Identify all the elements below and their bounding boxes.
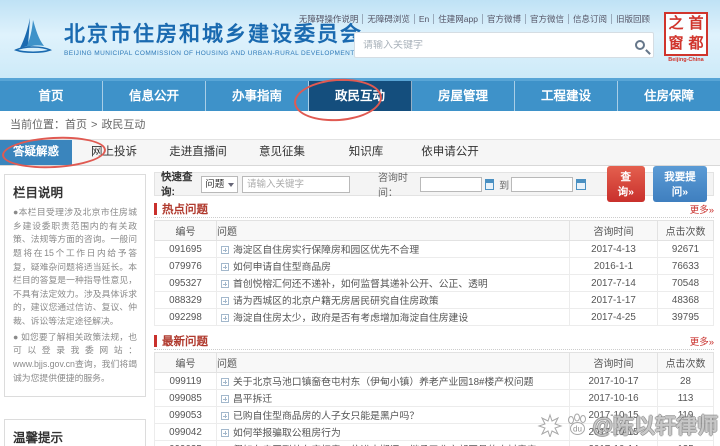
table-row: 099035 假如有幸买到共有产权房，住进去期间，继承了北京郊区县的农村房产，请… xyxy=(154,440,714,446)
expand-icon xyxy=(221,297,229,305)
seal-caption: Beijing-China xyxy=(668,57,704,63)
link-weibo[interactable]: 官方微博 xyxy=(481,14,525,24)
question-link[interactable]: 如何举报骗取公租房行为 xyxy=(233,428,341,439)
breadcrumb: 当前位置：首页 > 政民互动 xyxy=(0,111,720,139)
time-range-label: 咨询时间： xyxy=(377,173,408,199)
column-description-text-1: ●本栏目受理涉及北京市住房城乡建设委职责范围内的有关政策、法规等方面的咨询。一般… xyxy=(13,207,137,326)
page-root: 北京市住房和城乡建设委员会 BEIJING MUNICIPAL COMMISSI… xyxy=(0,0,720,446)
table-row: 099085 昌平拆迁 2017-10-16 113 xyxy=(154,389,714,407)
calendar-icon[interactable] xyxy=(484,178,495,190)
link-subscribe[interactable]: 信息订阅 xyxy=(567,14,611,24)
site-header: 北京市住房和城乡建设委员会 BEIJING MUNICIPAL COMMISSI… xyxy=(0,0,720,78)
nav-gov-interaction[interactable]: 政民互动 xyxy=(309,81,412,111)
tab-opinion-collect[interactable]: 意见征集 xyxy=(240,140,324,165)
column-description-title: 栏目说明 xyxy=(13,186,64,200)
table-header-row: 编号 问题 咨询时间 点击次数 xyxy=(154,220,714,241)
latest-questions-table: 编号 问题 咨询时间 点击次数 099119 关于北京马池口镇奤夿屯村东（伊甸小… xyxy=(154,352,714,446)
tab-knowledge-base[interactable]: 知识库 xyxy=(324,140,408,165)
main-area: 栏目说明 ●本栏目受理涉及北京市住房城乡建设委职责范围内的有关政策、法规等方面的… xyxy=(0,166,720,446)
search-button[interactable]: 查询» xyxy=(606,166,645,202)
question-link[interactable]: 海淀自住房太少，政府是否有考虑增加海淀自住房建设 xyxy=(233,313,468,324)
nav-housing-mgmt[interactable]: 房屋管理 xyxy=(412,81,515,111)
table-row: 099042 如何举报骗取公租房行为 2017-10-15 xyxy=(154,423,714,441)
utility-links: 无障碍操作说明 无障碍浏览 En 住建网app 官方微博 官方微信 信息订阅 旧版回顾 xyxy=(295,13,654,25)
breadcrumb-current[interactable]: 政民互动 xyxy=(101,119,145,131)
question-link[interactable]: 已购自住型商品房的人子女只能是黑户吗？ xyxy=(233,411,419,422)
expand-icon xyxy=(221,246,229,254)
nav-info-disclosure[interactable]: 信息公开 xyxy=(103,81,206,111)
hot-questions-table: 编号 问题 咨询时间 点击次数 091695 海淀区自住房实行保障房和园区优先不… xyxy=(154,220,714,326)
column-description-box: 栏目说明 ●本栏目受理涉及北京市住房城乡建设委职责范围内的有关政策、法规等方面的… xyxy=(4,174,146,398)
question-link[interactable]: 如何申请自住型商品房 xyxy=(233,262,331,273)
question-link[interactable]: 关于北京马池口镇奤夿屯村东（伊甸小镇）养老产业园18#楼产权问题 xyxy=(233,377,533,388)
link-app[interactable]: 住建网app xyxy=(433,14,482,24)
site-subtitle: BEIJING MUNICIPAL COMMISSION OF HOUSING … xyxy=(64,49,355,57)
capital-window-seal: 之 首 窗 都 Beijing-China xyxy=(662,12,710,63)
calendar-icon[interactable] xyxy=(576,178,586,190)
expand-icon xyxy=(221,314,229,322)
date-to-input[interactable] xyxy=(511,176,574,192)
site-logo-icon xyxy=(13,18,53,54)
table-row: 099053 已购自住型商品房的人子女只能是黑户吗？ 2017-10-15 11… xyxy=(154,406,714,424)
sub-tabs: 答疑解惑 网上投诉 走进直播间 意见征集 知识库 依申请公开 xyxy=(0,139,720,166)
table-header-row: 编号 问题 咨询时间 点击次数 xyxy=(154,352,714,373)
tab-online-complaint[interactable]: 网上投诉 xyxy=(72,140,156,165)
hot-questions-section: 热点问题 更多» 编号 问题 咨询时间 点击次数 091695 海淀区自住房实行… xyxy=(154,202,714,326)
hot-questions-title: 热点问题 xyxy=(162,203,208,216)
latest-questions-title: 最新问题 xyxy=(162,335,208,348)
warm-tips-title: 温馨提示 xyxy=(13,431,64,446)
section-accent-bar xyxy=(154,334,157,347)
breadcrumb-label: 当前位置： xyxy=(10,119,65,131)
quick-search-bar: 快速查询: 问题 咨询时间： 到 查询» 我要提问» xyxy=(154,166,714,202)
date-from-input[interactable] xyxy=(419,176,482,192)
to-label: 到 xyxy=(499,180,510,192)
latest-questions-section: 最新问题 更多» 编号 问题 咨询时间 点击次数 099119 关于北京马池口镇… xyxy=(154,334,714,446)
table-row: 091695 海淀区自住房实行保障房和园区优先不合理 2017-4-13 926… xyxy=(154,240,714,258)
link-accessibility-guide[interactable]: 无障碍操作说明 xyxy=(295,14,363,24)
hot-more-link[interactable]: 更多» xyxy=(690,202,714,216)
breadcrumb-home[interactable]: 首页 xyxy=(65,119,87,131)
table-row: 095327 首创悦榕汇何还不递补，如何监督其递补公开、公正、透明 2017-7… xyxy=(154,274,714,292)
table-row: 099119 关于北京马池口镇奤夿屯村东（伊甸小镇）养老产业园18#楼产权问题 … xyxy=(154,372,714,390)
tab-qa[interactable]: 答疑解惑 xyxy=(0,140,72,165)
site-search-input[interactable] xyxy=(363,39,635,51)
link-old-version[interactable]: 旧版回顾 xyxy=(610,14,654,24)
expand-icon xyxy=(221,429,229,437)
link-accessibility-browse[interactable]: 无障碍浏览 xyxy=(362,14,414,24)
expand-icon xyxy=(221,263,229,271)
question-link[interactable]: 昌平拆迁 xyxy=(233,394,272,405)
search-icon[interactable] xyxy=(635,40,645,50)
keyword-input[interactable] xyxy=(241,175,350,193)
quick-search-label: 快速查询: xyxy=(161,171,193,198)
tab-live-studio[interactable]: 走进直播间 xyxy=(156,140,240,165)
question-link[interactable]: 首创悦榕汇何还不递补，如何监督其递补公开、公正、透明 xyxy=(233,279,488,290)
warm-tips-box: 温馨提示 您在咨询问题时，请一事一问，以便我们把您的问题分类转给相关部门解答；为… xyxy=(4,419,146,446)
content-area: 快速查询: 问题 咨询时间： 到 查询» 我要提问» 热点问题 更多» xyxy=(154,166,714,446)
sidebar: 栏目说明 ●本栏目受理涉及北京市住房城乡建设委职责范围内的有关政策、法规等方面的… xyxy=(4,172,146,446)
category-select[interactable]: 问题 xyxy=(201,175,238,193)
site-search xyxy=(354,32,654,58)
table-row: 092298 海淀自住房太少，政府是否有考虑增加海淀自住房建设 2017-4-2… xyxy=(154,308,714,326)
nav-service-guide[interactable]: 办事指南 xyxy=(206,81,309,111)
expand-icon xyxy=(221,412,229,420)
column-description-text-2: ● 如您要了解相关政策法规，也可以登录我委网站：www.bjjs.gov.cn查… xyxy=(13,331,137,383)
nav-home[interactable]: 首页 xyxy=(0,81,103,111)
latest-more-link[interactable]: 更多» xyxy=(690,334,714,348)
main-nav: 首页 信息公开 办事指南 政民互动 房屋管理 工程建设 住房保障 xyxy=(0,78,720,111)
link-english[interactable]: En xyxy=(413,14,434,24)
ask-question-button[interactable]: 我要提问» xyxy=(652,166,707,202)
expand-icon xyxy=(221,280,229,288)
nav-housing-security[interactable]: 住房保障 xyxy=(618,81,720,111)
tab-apply-disclosure[interactable]: 依申请公开 xyxy=(408,140,492,165)
link-wechat[interactable]: 官方微信 xyxy=(524,14,568,24)
expand-icon xyxy=(221,378,229,386)
section-accent-bar xyxy=(154,202,157,215)
nav-construction[interactable]: 工程建设 xyxy=(515,81,618,111)
question-link[interactable]: 海淀区自住房实行保障房和园区优先不合理 xyxy=(233,245,419,256)
question-link[interactable]: 请为西城区的北京户籍无房居民研究自住房政策 xyxy=(233,296,439,307)
table-row: 088329 请为西城区的北京户籍无房居民研究自住房政策 2017-1-17 4… xyxy=(154,291,714,309)
table-row: 079976 如何申请自住型商品房 2016-1-1 76633 xyxy=(154,257,714,275)
expand-icon xyxy=(221,395,229,403)
